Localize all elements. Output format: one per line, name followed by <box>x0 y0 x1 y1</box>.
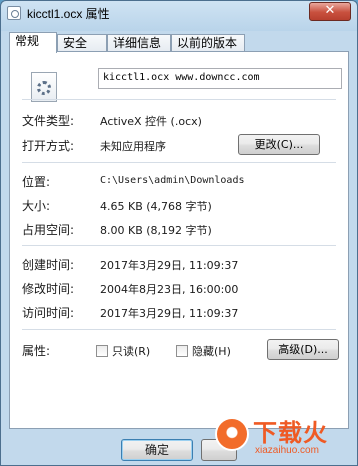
modified-label: 修改时间: <box>22 282 75 296</box>
tab-details[interactable]: 详细信息 <box>107 34 171 52</box>
location-label: 位置: <box>22 175 51 189</box>
xiazaihuo-logo-icon <box>215 417 249 451</box>
close-button[interactable]: ✕ <box>309 2 351 21</box>
hidden-checkbox[interactable]: 隐藏(H) <box>176 343 231 359</box>
divider <box>22 162 336 163</box>
size-value: 4.65 KB (4,768 字节) <box>100 200 212 213</box>
tab-previous-versions[interactable]: 以前的版本 <box>171 34 245 52</box>
watermark-url: xiazaihuo.com <box>255 445 319 456</box>
readonly-checkbox[interactable]: 只读(R) <box>96 343 150 359</box>
divider <box>22 245 336 246</box>
file-type-value: ActiveX 控件 (.ocx) <box>100 115 202 128</box>
divider <box>22 99 336 100</box>
accessed-value: 2017年3月29日, 11:09:37 <box>100 307 239 320</box>
location-value: C:\Users\admin\Downloads <box>100 175 245 186</box>
opens-with-label: 打开方式: <box>22 139 75 153</box>
file-type-label: 文件类型: <box>22 114 75 128</box>
size-label: 大小: <box>22 199 51 213</box>
created-label: 创建时间: <box>22 258 75 272</box>
attributes-label: 属性: <box>22 344 51 358</box>
close-icon: ✕ <box>324 3 336 18</box>
size-on-disk-value: 8.00 KB (8,192 字节) <box>100 224 212 237</box>
modified-value: 2004年8月23日, 16:00:00 <box>100 283 239 296</box>
ok-button[interactable]: 确定 <box>121 439 193 461</box>
size-on-disk-label: 占用空间: <box>22 223 75 237</box>
readonly-checkbox-box[interactable] <box>96 345 108 357</box>
file-icon <box>7 6 21 20</box>
readonly-label: 只读(R) <box>112 345 151 358</box>
general-panel: kicctl1.ocx www.downcc.com 文件类型: ActiveX… <box>9 51 349 429</box>
advanced-button[interactable]: 高级(D)... <box>267 339 339 360</box>
divider <box>22 329 336 330</box>
accessed-label: 访问时间: <box>22 306 75 320</box>
window-title: kicctl1.ocx 属性 <box>27 7 110 21</box>
properties-window: kicctl1.ocx 属性 ✕ 常规 安全 详细信息 以前的版本 kicctl… <box>0 0 358 466</box>
ocx-file-icon <box>31 72 57 102</box>
created-value: 2017年3月29日, 11:09:37 <box>100 259 239 272</box>
hidden-checkbox-box[interactable] <box>176 345 188 357</box>
hidden-label: 隐藏(H) <box>192 345 231 358</box>
tab-general[interactable]: 常规 <box>9 32 57 53</box>
change-button[interactable]: 更改(C)... <box>238 134 320 155</box>
opens-with-value: 未知应用程序 <box>100 140 166 153</box>
watermark-name: 下载火 <box>253 419 328 447</box>
tab-security[interactable]: 安全 <box>57 34 107 52</box>
watermark: 下载火 xiazaihuo.com <box>207 409 357 465</box>
title-bar[interactable]: kicctl1.ocx 属性 ✕ <box>1 1 357 25</box>
file-name-input[interactable]: kicctl1.ocx www.downcc.com <box>98 68 342 89</box>
gear-icon <box>37 81 51 95</box>
